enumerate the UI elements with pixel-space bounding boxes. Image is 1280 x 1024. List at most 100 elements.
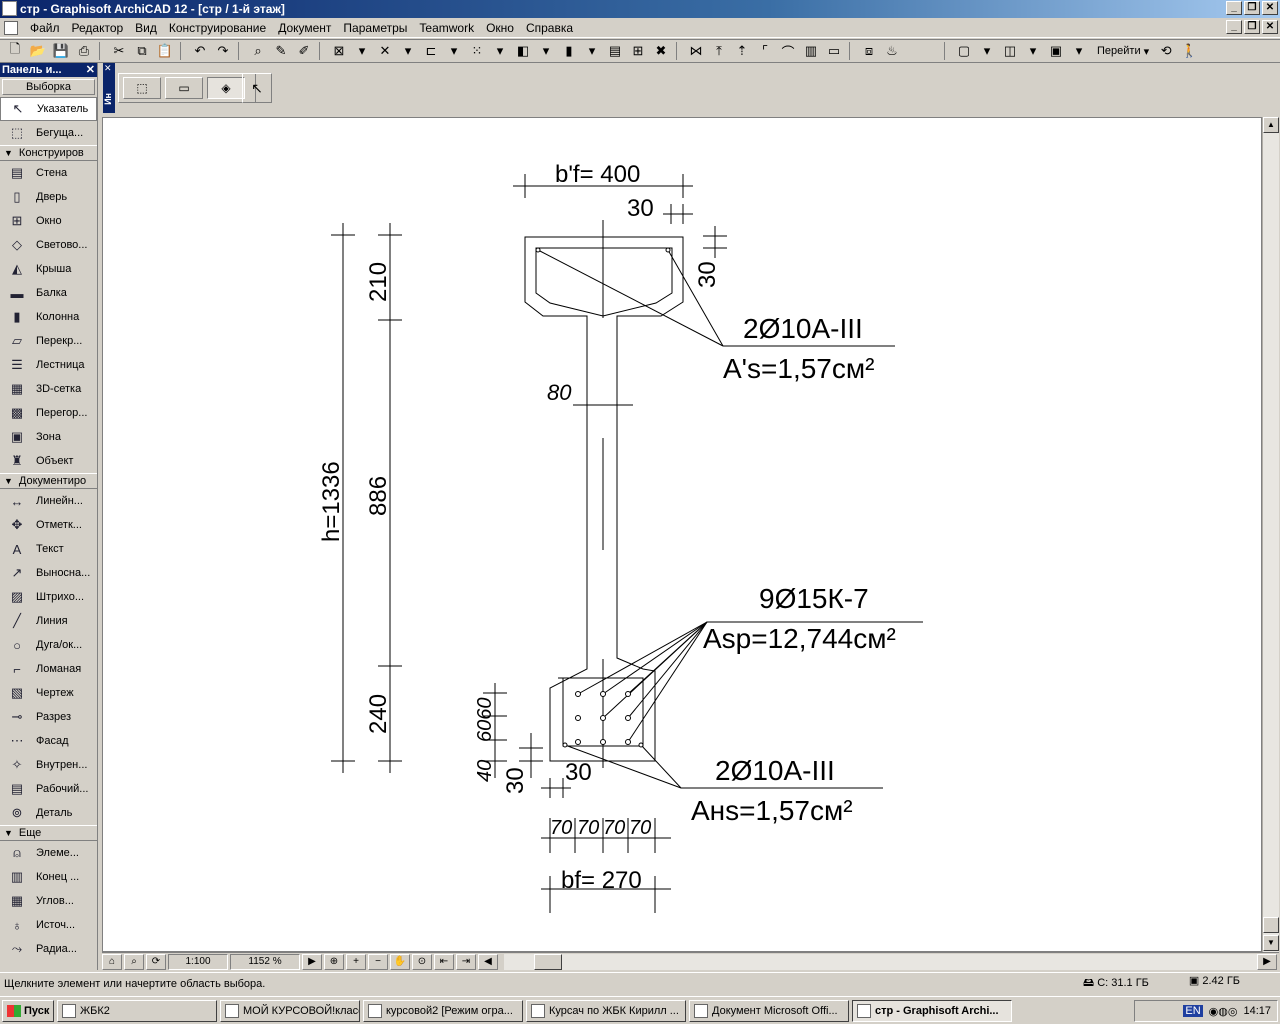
menu-help[interactable]: Справка [520, 21, 579, 35]
scroll-right-icon[interactable]: ▶ [1257, 953, 1277, 970]
tool-marquee[interactable]: ⬚ Бегуща... [0, 121, 97, 145]
tool-skylight[interactable]: ◇ Светово... [0, 233, 97, 257]
copy-icon[interactable]: ⧉ [131, 41, 153, 61]
info-box-tab[interactable]: ✕ Ин [103, 63, 115, 113]
scale-field[interactable]: 1:100 [168, 953, 228, 970]
tool-arc[interactable]: ○ Дуга/ок... [0, 633, 97, 657]
scroll-left-icon[interactable]: ◀ [478, 953, 498, 970]
menu-design[interactable]: Конструирование [163, 21, 272, 35]
dropdown-arrow-icon[interactable]: ▾ [489, 41, 511, 61]
tool-roof[interactable]: ◭ Крыша [0, 257, 97, 281]
tool-wall-end[interactable]: ⍝ Элеме... [0, 841, 97, 865]
tool-linear-dimension[interactable]: ↔ Линейн... [0, 489, 97, 513]
undo-icon[interactable]: ↶ [189, 41, 211, 61]
tool-section[interactable]: ⊸ Разрез [0, 705, 97, 729]
menu-file[interactable]: Файл [24, 21, 66, 35]
adjust-icon[interactable]: ⤒ [708, 41, 730, 61]
archicad-app-icon[interactable] [2, 1, 17, 16]
menu-window[interactable]: Окно [480, 21, 520, 35]
split-icon[interactable]: ⋈ [685, 41, 707, 61]
tool-camera[interactable]: ▦ Углов... [0, 889, 97, 913]
tool-radial-dimension[interactable]: ⤳ Радиа... [0, 937, 97, 961]
start-button[interactable]: Пуск [2, 999, 54, 1022]
floor-plan-icon[interactable]: ▢ [953, 41, 975, 61]
cut-icon[interactable]: ✂ [108, 41, 130, 61]
document-icon[interactable] [4, 20, 18, 35]
tool-door[interactable]: ▯ Дверь [0, 185, 97, 209]
vertical-scrollbar[interactable]: ▲ ▼ [1262, 117, 1279, 952]
walk-icon[interactable]: 🚶 [1178, 41, 1200, 61]
dropdown-arrow-icon[interactable]: ▾ [535, 41, 557, 61]
tool-stair[interactable]: ☰ Лестница [0, 353, 97, 377]
dropdown-arrow-icon[interactable]: ▾ [443, 41, 465, 61]
scroll-thumb[interactable] [534, 953, 562, 970]
tool-wall[interactable]: ▤ Стена [0, 161, 97, 185]
new-file-icon[interactable]: 🗋 [4, 41, 26, 61]
entire-elements-icon[interactable]: ▭ [165, 77, 203, 99]
view-icon[interactable]: ◫ [999, 41, 1021, 61]
taskbar-item[interactable]: стр - Graphisoft Archi... [852, 999, 1012, 1022]
taskbar-item[interactable]: Курсач по ЖБК Кирилл ... [526, 999, 686, 1022]
trace-icon[interactable]: ▤ [604, 41, 626, 61]
menu-options[interactable]: Параметры [337, 21, 413, 35]
fit-in-window-icon[interactable]: ⊙ [412, 953, 432, 970]
paste-icon[interactable]: 📋 [154, 41, 176, 61]
selection-button[interactable]: Выборка [2, 79, 95, 95]
tool-drawing[interactable]: ▧ Чертеж [0, 681, 97, 705]
taskbar-item[interactable]: Документ Microsoft Offi... [689, 999, 849, 1022]
section-more[interactable]: ▼ Еще [0, 825, 97, 841]
pen-set-icon[interactable]: ▮ [558, 41, 580, 61]
scale-icon[interactable]: ⊞ [627, 41, 649, 61]
close-icon[interactable]: ✕ [104, 63, 112, 74]
tool-label[interactable]: ↗ Выносна... [0, 561, 97, 585]
dropdown-arrow-icon[interactable]: ▾ [976, 41, 998, 61]
layout-icon[interactable]: ▣ [1045, 41, 1067, 61]
tool-fill[interactable]: ▨ Штрихо... [0, 585, 97, 609]
dropdown-arrow-icon[interactable]: ▾ [581, 41, 603, 61]
dropdown-arrow-icon[interactable]: ▾ [1022, 41, 1044, 61]
syringe-icon[interactable]: ✐ [293, 41, 315, 61]
tool-window[interactable]: ⊞ Окно [0, 209, 97, 233]
dropdown-arrow-icon[interactable]: ▾ [351, 41, 373, 61]
eyedropper-icon[interactable]: ✎ [270, 41, 292, 61]
navigator-icon[interactable]: ⟲ [1155, 41, 1177, 61]
curve-icon[interactable]: ⌒ [777, 41, 799, 61]
tool-slab[interactable]: ▱ Перекр... [0, 329, 97, 353]
3d-window-icon[interactable]: ⧈ [858, 41, 880, 61]
render-icon[interactable]: ♨ [881, 41, 903, 61]
menu-document[interactable]: Документ [272, 21, 337, 35]
tool-zone[interactable]: ▣ Зона [0, 425, 97, 449]
tool-object[interactable]: ♜ Объект [0, 449, 97, 473]
taskbar-item[interactable]: ЖБК2 [57, 999, 217, 1022]
next-zoom-icon[interactable]: ⇥ [456, 953, 476, 970]
redo-icon[interactable]: ↷ [212, 41, 234, 61]
language-indicator[interactable]: EN [1183, 1005, 1203, 1017]
scroll-down-icon[interactable]: ▼ [1263, 935, 1279, 951]
close-button[interactable]: ✕ [1262, 1, 1278, 15]
menu-view[interactable]: Вид [129, 21, 163, 35]
doc-minimize-button[interactable]: _ [1226, 20, 1242, 34]
tool-lamp[interactable]: ♁ Источ... [0, 913, 97, 937]
taskbar-item[interactable]: МОЙ КУРСОВОЙ!класс ... [220, 999, 360, 1022]
tool-column[interactable]: ▮ Колонна [0, 305, 97, 329]
home-icon[interactable]: ⌂ [102, 953, 122, 970]
group-icon[interactable]: ▥ [800, 41, 822, 61]
refresh-icon[interactable]: ⟳ [146, 953, 166, 970]
minimize-button[interactable]: _ [1226, 1, 1242, 15]
tool-elevation[interactable]: ⋯ Фасад [0, 729, 97, 753]
save-icon[interactable]: 💾 [50, 41, 72, 61]
tool-pointer[interactable]: ↖ Указатель [0, 97, 97, 121]
tool-interior-elevation[interactable]: ✧ Внутрен... [0, 753, 97, 777]
dropdown-arrow-icon[interactable]: ▾ [1068, 41, 1090, 61]
grid-snap-icon[interactable]: ⊠ [328, 41, 350, 61]
taskbar-item[interactable]: курсовой2 [Режим огра... [363, 999, 523, 1022]
arrow-select-icon[interactable]: ↖ [242, 73, 272, 103]
zoom-menu-icon[interactable]: ⊕ [324, 953, 344, 970]
fillet-icon[interactable]: ⌜ [754, 41, 776, 61]
tool-beam[interactable]: ▬ Балка [0, 281, 97, 305]
close-icon[interactable]: ✕ [86, 63, 95, 77]
horizontal-scrollbar[interactable] [504, 953, 1257, 970]
zoom-in-icon[interactable]: + [346, 953, 366, 970]
elevate-icon[interactable]: ⇡ [731, 41, 753, 61]
relative-construction-icon[interactable]: ⊏ [420, 41, 442, 61]
